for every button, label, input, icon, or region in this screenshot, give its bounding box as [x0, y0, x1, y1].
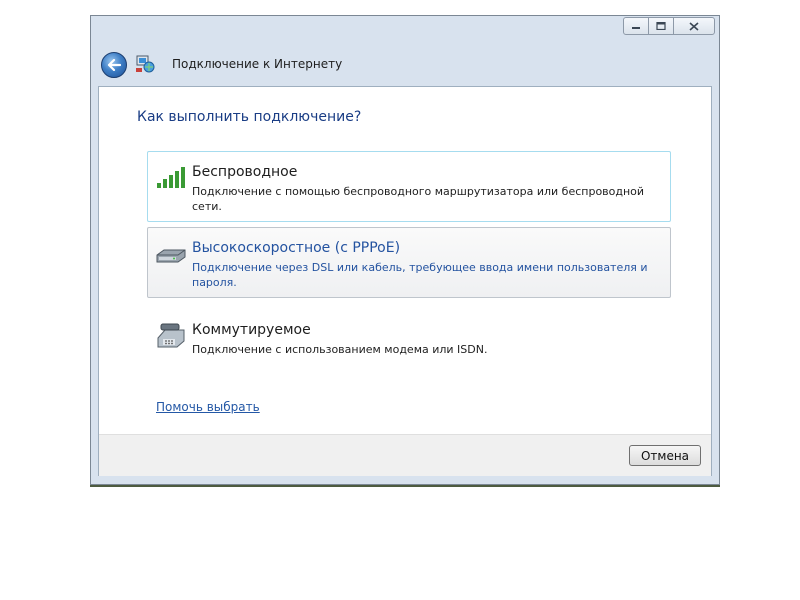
option-description: Подключение с помощью беспроводного марш… [192, 185, 645, 213]
option-dialup[interactable]: Коммутируемое Подключение с использовани… [147, 309, 671, 361]
wireless-signal-icon [157, 167, 185, 188]
page-heading: Как выполнить подключение? [137, 109, 362, 125]
network-connection-icon [136, 55, 155, 73]
broadband-modem-icon [156, 249, 186, 263]
wizard-window: Подключение к Интернету Как выполнить по… [90, 15, 720, 487]
option-title: Высокоскоростное (с PPPoE) [192, 240, 401, 256]
back-button[interactable] [101, 52, 127, 78]
option-description: Подключение через DSL или кабель, требую… [192, 261, 648, 289]
option-description: Подключение с использованием модема или … [192, 343, 488, 356]
close-icon [689, 21, 699, 31]
maximize-icon [656, 22, 666, 30]
option-wireless[interactable]: Беспроводное Подключение с помощью беспр… [147, 151, 671, 222]
minimize-button[interactable] [623, 17, 649, 35]
window-title: Подключение к Интернету [172, 57, 343, 71]
wizard-content: Как выполнить подключение? Беспроводное … [98, 86, 712, 476]
option-title: Беспроводное [192, 164, 298, 180]
help-choose-link[interactable]: Помочь выбрать [156, 400, 260, 414]
option-title: Коммутируемое [192, 322, 311, 338]
dialup-phone-icon [157, 323, 185, 348]
minimize-icon [632, 27, 640, 29]
window-controls [623, 17, 715, 35]
option-broadband-pppoe[interactable]: Высокоскоростное (с PPPoE) Подключение ч… [147, 227, 671, 298]
close-button[interactable] [673, 17, 715, 35]
cancel-button[interactable]: Отмена [629, 445, 701, 466]
wizard-footer: Отмена [99, 434, 711, 476]
back-arrow-icon [107, 59, 121, 71]
maximize-button[interactable] [648, 17, 674, 35]
